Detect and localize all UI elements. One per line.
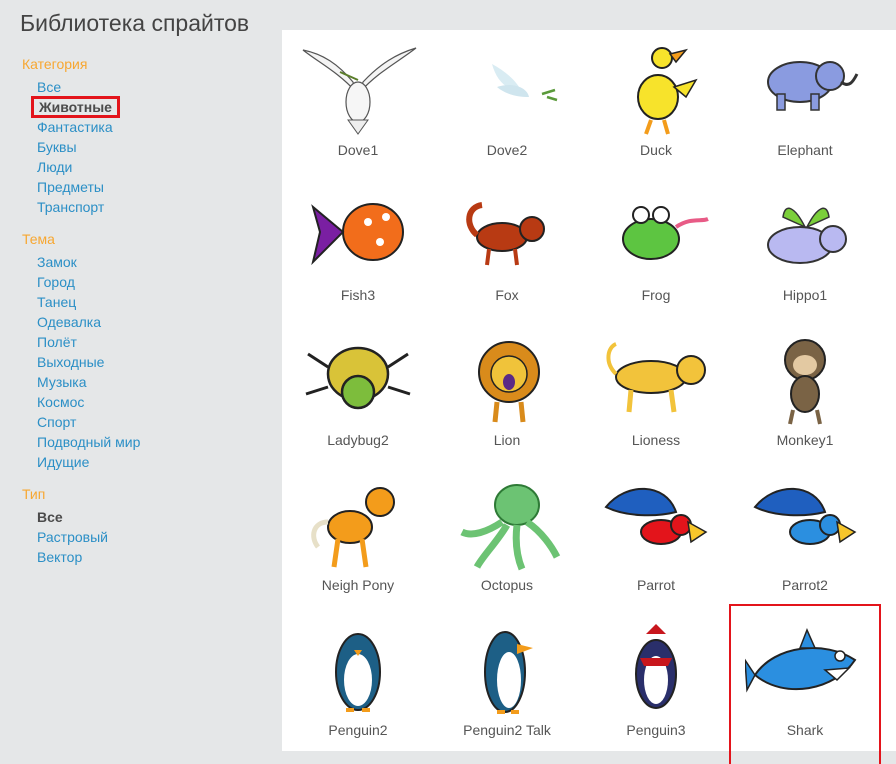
sprite-label: Elephant	[777, 142, 833, 158]
sprite-fox[interactable]: Fox	[433, 183, 581, 323]
dove-sketch-icon	[492, 64, 558, 102]
category-fantasy[interactable]: Фантастика	[37, 117, 113, 137]
sprite-parrot[interactable]: Parrot	[582, 473, 730, 613]
theme-holiday[interactable]: Выходные	[37, 352, 104, 372]
theme-castle[interactable]: Замок	[37, 252, 77, 272]
penguin-scarf-icon	[635, 624, 677, 709]
theme-sports[interactable]: Спорт	[37, 412, 76, 432]
sprite-dove2[interactable]: Dove2	[433, 38, 581, 178]
lioness-icon	[606, 342, 706, 413]
sprite-label: Hippo1	[782, 287, 828, 303]
sprite-label: Shark	[786, 722, 824, 738]
sprite-parrot2[interactable]: Parrot2	[731, 473, 879, 613]
sprite-label: Parrot	[636, 577, 676, 593]
sprite-label: Dove2	[486, 142, 528, 158]
theme-space[interactable]: Космос	[37, 392, 84, 412]
type-all[interactable]: Все	[37, 507, 63, 527]
sprite-monkey1[interactable]: Monkey1	[731, 328, 879, 468]
sprite-lioness[interactable]: Lioness	[582, 328, 730, 468]
theme-music[interactable]: Музыка	[37, 372, 87, 392]
sprite-octopus[interactable]: Octopus	[433, 473, 581, 613]
sprite-label: Frog	[641, 287, 671, 303]
pony-icon	[311, 487, 395, 568]
frog-icon	[622, 206, 709, 260]
sprite-label: Octopus	[480, 577, 534, 593]
sprite-label: Dove1	[337, 142, 379, 158]
sprite-penguin3[interactable]: Penguin3	[582, 618, 730, 758]
fish-icon	[311, 203, 404, 266]
sprite-shark[interactable]: Shark	[729, 604, 881, 764]
elephant-icon	[767, 61, 859, 111]
sprite-label: Monkey1	[776, 432, 834, 448]
sprite-neigh-pony[interactable]: Neigh Pony	[284, 473, 432, 613]
sprite-hippo1[interactable]: Hippo1	[731, 183, 879, 323]
theme-walking[interactable]: Идущие	[37, 452, 89, 472]
type-vector[interactable]: Вектор	[37, 547, 82, 567]
sprite-lion[interactable]: Lion	[433, 328, 581, 468]
theme-dance[interactable]: Танец	[37, 292, 76, 312]
category-all[interactable]: Все	[37, 77, 61, 97]
type-bitmap[interactable]: Растровый	[37, 527, 108, 547]
sprite-fish3[interactable]: Fish3	[284, 183, 432, 323]
theme-dress-up[interactable]: Одевалка	[37, 312, 101, 332]
sprite-label: Parrot2	[782, 577, 828, 593]
octopus-icon	[460, 484, 561, 571]
sprite-frog[interactable]: Frog	[582, 183, 730, 323]
sprite-label: Lioness	[631, 432, 681, 448]
sprite-penguin2-talk[interactable]: Penguin2 Talk	[433, 618, 581, 758]
penguin-icon	[484, 631, 533, 714]
sprite-label: Lion	[493, 432, 521, 448]
theme-heading: Тема	[22, 231, 55, 247]
sprite-label: Neigh Pony	[321, 577, 395, 593]
sprite-ladybug2[interactable]: Ladybug2	[284, 328, 432, 468]
theme-flying[interactable]: Полёт	[37, 332, 77, 352]
fox-icon	[466, 202, 545, 266]
category-letters[interactable]: Буквы	[37, 137, 77, 157]
penguin-icon	[335, 633, 381, 712]
theme-city[interactable]: Город	[37, 272, 75, 292]
duck-icon	[637, 47, 698, 135]
shark-icon	[745, 628, 857, 693]
parrot-icon	[604, 487, 708, 545]
sprite-penguin2[interactable]: Penguin2	[284, 618, 432, 758]
parrot-icon	[753, 487, 857, 545]
dove-icon	[302, 47, 417, 135]
sprite-label: Penguin2	[328, 722, 388, 738]
page-title: Библиотека спрайтов	[20, 10, 250, 36]
sprite-label: Ladybug2	[327, 432, 389, 448]
monkey-icon	[784, 339, 826, 425]
sprite-duck[interactable]: Duck	[582, 38, 730, 178]
sprite-label: Fish3	[340, 287, 376, 303]
category-animals[interactable]: Животные	[31, 96, 120, 118]
sprite-dove1[interactable]: Dove1	[284, 38, 432, 178]
category-people[interactable]: Люди	[37, 157, 72, 177]
theme-underwater[interactable]: Подводный мир	[37, 432, 140, 452]
sprite-label: Penguin3	[626, 722, 686, 738]
sprite-label: Fox	[495, 287, 519, 303]
category-transport[interactable]: Транспорт	[37, 197, 104, 217]
category-things[interactable]: Предметы	[37, 177, 104, 197]
category-heading: Категория	[22, 56, 88, 72]
sprite-label: Penguin2 Talk	[463, 722, 551, 738]
lion-icon	[478, 341, 540, 423]
sprite-grid: Dove1 Dove2 Duck Elephant Fish3 Fox Frog…	[282, 30, 896, 764]
type-heading: Тип	[22, 486, 46, 502]
hippo-icon	[767, 207, 847, 264]
sprite-elephant[interactable]: Elephant	[731, 38, 879, 178]
sprite-label: Duck	[640, 142, 672, 158]
ladybug-icon	[305, 346, 411, 410]
